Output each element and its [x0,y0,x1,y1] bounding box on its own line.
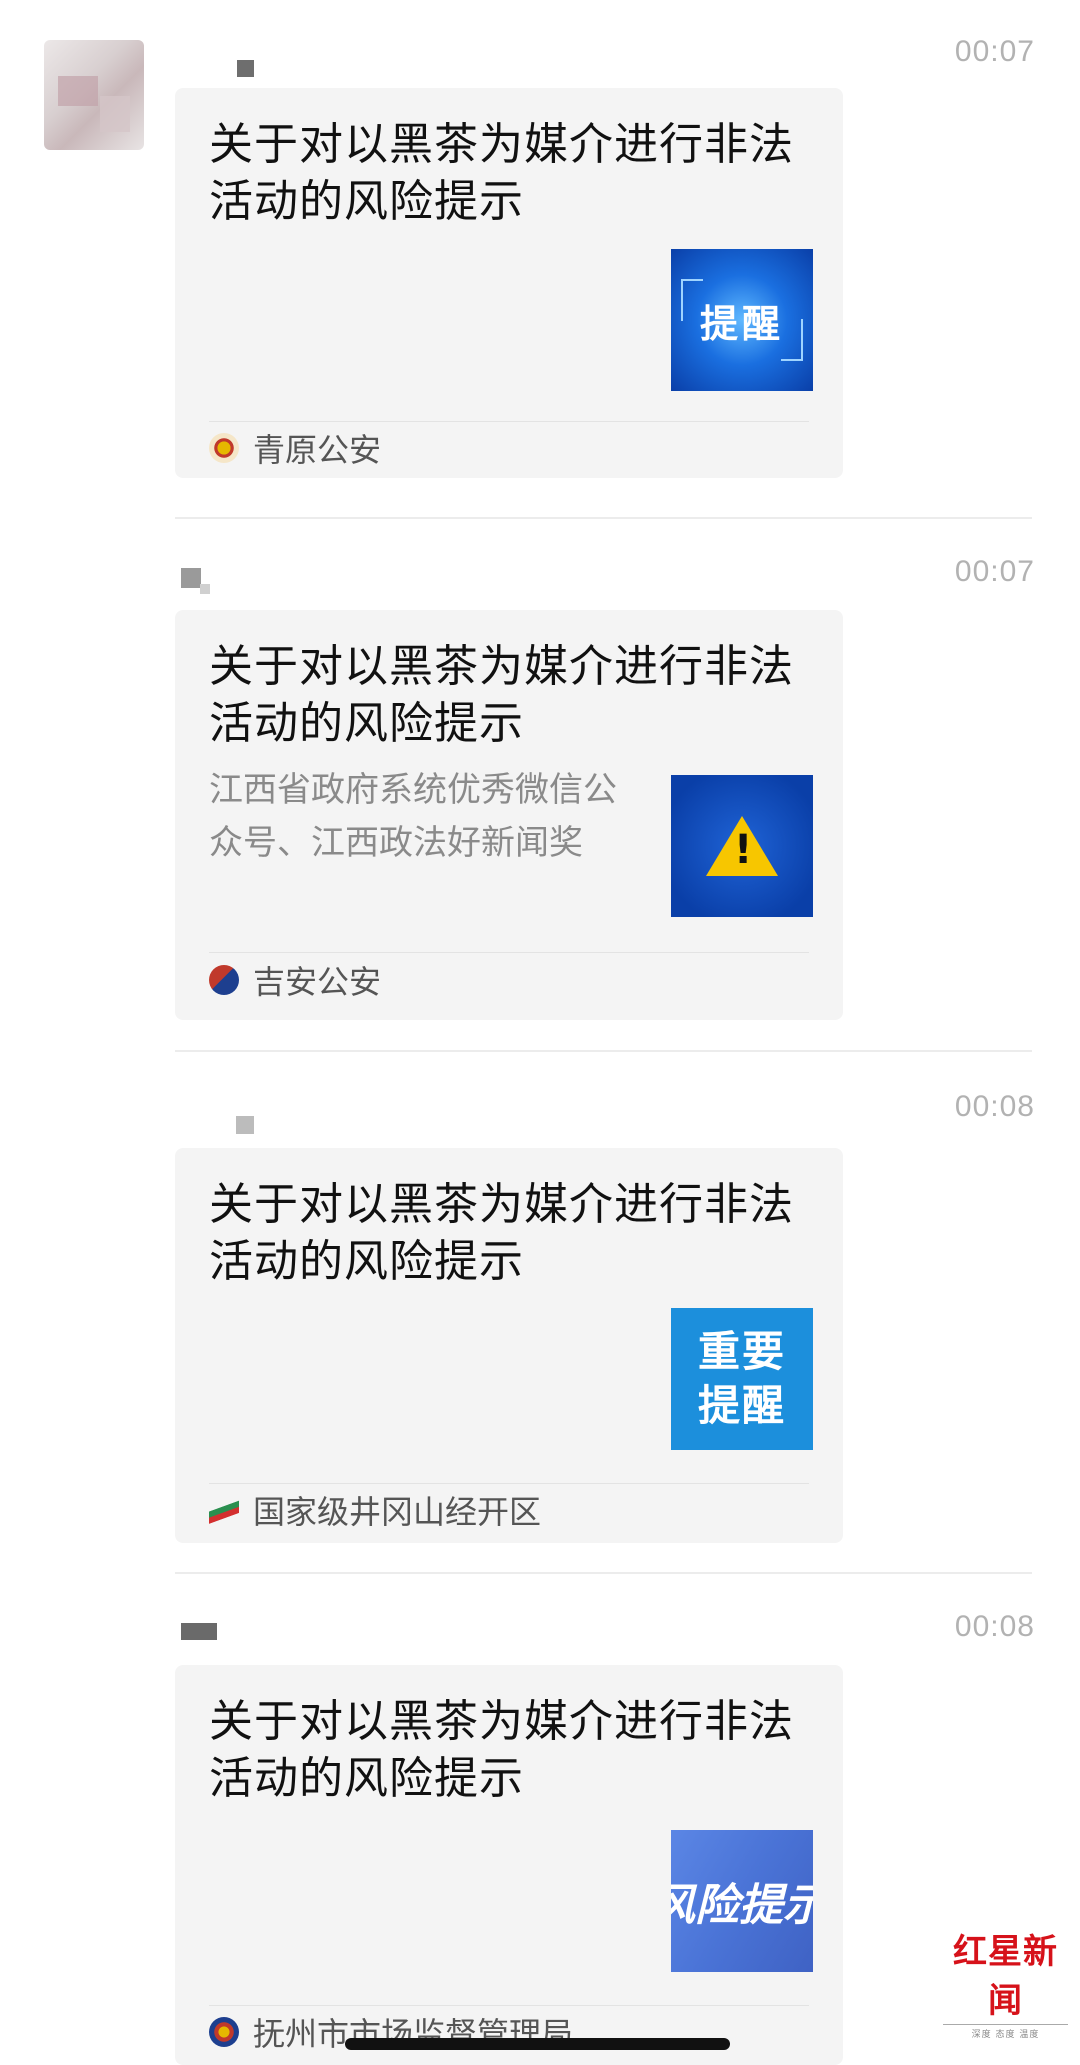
police-badge-icon [209,433,239,463]
article-thumbnail: 风险提示 [671,1830,813,1972]
card-divider [209,2005,809,2006]
article-card[interactable]: 关于对以黑茶为媒介进行非法活动的风险提示 重要提醒 国家级井冈山经开区 [175,1148,843,1543]
warning-icon: ! [706,816,778,876]
message-divider [175,517,1032,519]
message-time: 00:08 [954,1610,1035,1643]
mountain-logo-icon [209,1495,239,1525]
article-title: 关于对以黑茶为媒介进行非法活动的风险提示 [209,1696,794,1804]
article-card[interactable]: 关于对以黑茶为媒介进行非法活动的风险提示 提醒 青原公安 [175,88,843,478]
article-thumbnail: 重要提醒 [671,1308,813,1450]
message-item: 00:07 关于对以黑茶为媒介进行非法活动的风险提示 江西省政府系统优秀微信公众… [0,520,1080,1050]
thumbnail-text: 提醒 [699,301,784,346]
source-row[interactable]: 青原公安 [209,428,382,469]
sender-name-redacted [237,60,254,77]
home-indicator[interactable] [345,2038,730,2050]
sender-name-redacted [181,568,201,588]
sender-name-redacted [236,1116,254,1134]
message-item: 00:07 关于对以黑茶为媒介进行非法活动的风险提示 提醒 青原公安 [0,0,1080,520]
message-divider [175,1572,1032,1574]
article-title: 关于对以黑茶为媒介进行非法活动的风险提示 [209,641,794,749]
article-title: 关于对以黑茶为媒介进行非法活动的风险提示 [209,119,794,227]
card-divider [209,1483,809,1484]
market-regulation-badge-icon [209,2017,239,2047]
warning-glyph: ! [734,827,753,873]
message-time: 00:07 [954,555,1035,588]
source-name: 吉安公安 [253,963,382,1001]
article-description: 江西省政府系统优秀微信公众号、江西政法好新闻奖 [209,770,617,863]
thumbnail-text: 风险提示 [671,1880,813,1931]
article-card[interactable]: 关于对以黑茶为媒介进行非法活动的风险提示 江西省政府系统优秀微信公众号、江西政法… [175,610,843,1020]
source-row[interactable]: 吉安公安 [209,960,382,1001]
source-name: 青原公安 [253,431,382,469]
police-car-icon [209,965,239,995]
card-divider [209,952,809,953]
message-item: 00:08 关于对以黑茶为媒介进行非法活动的风险提示 风险提示 抚州市市场监督管… [0,1575,1080,2065]
message-time: 00:08 [954,1090,1035,1123]
card-divider [209,421,809,422]
message-divider [175,1050,1032,1052]
watermark-slogan: 深度 态度 温度 [943,2024,1068,2040]
watermark-logo: 红星新闻 [953,1932,1058,2021]
thumbnail-text: 重要提醒 [697,1327,786,1430]
article-title: 关于对以黑茶为媒介进行非法活动的风险提示 [209,1179,794,1287]
message-time: 00:07 [954,35,1035,68]
sender-name-redacted [181,1623,217,1640]
sender-name-redacted [200,584,210,594]
avatar[interactable] [44,40,144,150]
article-thumbnail: ! [671,775,813,917]
watermark: 红星新闻 深度 态度 温度 [943,1924,1068,2040]
source-name: 国家级井冈山经开区 [253,1493,542,1531]
source-row[interactable]: 国家级井冈山经开区 [209,1490,542,1531]
article-thumbnail: 提醒 [671,249,813,391]
article-card[interactable]: 关于对以黑茶为媒介进行非法活动的风险提示 风险提示 抚州市市场监督管理局 [175,1665,843,2065]
message-item: 00:08 关于对以黑茶为媒介进行非法活动的风险提示 重要提醒 国家级井冈山经开… [0,1053,1080,1573]
